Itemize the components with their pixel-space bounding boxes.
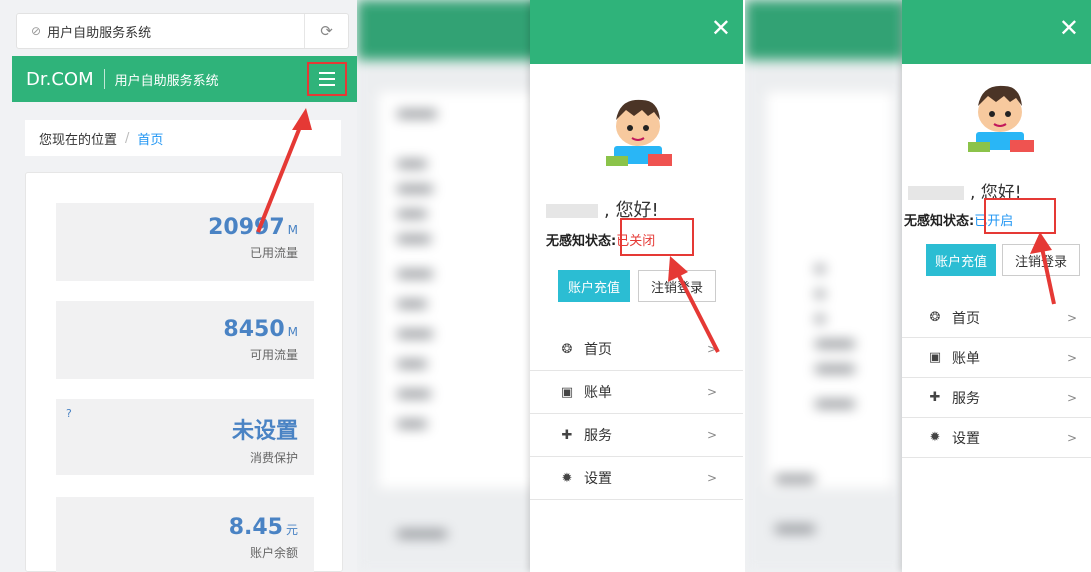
logout-button[interactable]: 注销登录 [638,270,716,302]
top-navbar: Dr.COM 用户自助服务系统 [12,56,357,102]
menu-item-home[interactable]: ❂ 首页 > [530,328,743,371]
stat-available-traffic: 8450 M 可用流量 [56,301,314,379]
stat-unit: M [287,223,298,237]
stat-unit: M [287,325,298,339]
masked-username [908,186,964,200]
drawer-menu: ❂ 首页 > ▣ 账单 > ✚ 服务 > ✹ 设置 > [902,298,1091,458]
drawer-header: ✕ [902,0,1091,64]
breadcrumb-prefix: 您现在的位置 [39,132,118,148]
blurred-background [357,0,557,572]
side-drawer: ✕ , 您好! 无感知状态:已关闭 账户充值 注销登录 ❂ 首页 > ▣ 账单 > [530,0,743,572]
stat-label: 消费保护 [249,451,298,465]
menu-item-service[interactable]: ✚ 服务 > [530,414,743,457]
stat-spending-protection: ? 未设置 消费保护 [56,399,314,475]
screen-drawer-closed: ✕ , 您好! 无感知状态:已关闭 账户充值 注销登录 ❂ 首页 > ▣ 账单 > [357,0,743,572]
close-icon[interactable]: ✕ [711,16,731,40]
screen-drawer-open: ✕ , 您好! 无感知状态:已开启 账户充值 注销登录 ❂ 首页 > ▣ 账单 > [745,0,1091,572]
chevron-right-icon: > [1066,430,1077,445]
chevron-right-icon: > [706,471,717,485]
stats-panel: 20997 M 已用流量 8450 M 可用流量 ? 未设置 消费保护 8.45 元 … [25,172,343,572]
bill-icon: ▣ [560,384,574,400]
system-name: 用户自助服务系统 [114,73,219,89]
chevron-right-icon: > [706,428,717,442]
stat-account-balance: 8.45 元 账户余额 [56,497,314,572]
screen-home: ⊘ 用户自助服务系统 ⟳ Dr.COM 用户自助服务系统 您现在的位置 / 首页… [0,0,357,572]
address-text: 用户自助服务系统 [47,25,152,41]
stat-label: 可用流量 [249,348,298,362]
stat-value: 未设置 [231,419,298,444]
puzzle-icon: ✚ [929,390,941,405]
sensing-status: 无感知状态:已开启 [904,214,1014,229]
brand-divider [103,69,105,89]
side-drawer: ✕ , 您好! 无感知状态:已开启 账户充值 注销登录 ❂ 首页 > ▣ 账单 > [902,0,1091,572]
hamburger-icon [319,72,335,74]
greeting: , 您好! [908,178,1022,203]
stat-value: 8.45 [228,515,283,540]
chevron-right-icon: > [706,342,717,356]
avatar-illustration [606,99,672,166]
breadcrumb: 您现在的位置 / 首页 [25,120,341,156]
breadcrumb-current[interactable]: 首页 [137,129,163,148]
help-icon[interactable]: ? [66,407,72,420]
stat-unit: 元 [285,523,298,537]
lock-icon: ⊘ [31,24,42,38]
stat-value: 8450 [223,317,285,342]
bill-icon: ▣ [928,350,942,365]
puzzle-icon: ✚ [561,427,573,443]
close-icon[interactable]: ✕ [1059,16,1079,40]
menu-item-bill[interactable]: ▣ 账单 > [902,338,1091,378]
menu-item-settings[interactable]: ✹ 设置 > [530,457,743,500]
drawer-menu: ❂ 首页 > ▣ 账单 > ✚ 服务 > ✹ 设置 > [530,328,743,500]
dashboard-icon: ❂ [929,310,941,325]
logout-button[interactable]: 注销登录 [1002,244,1080,276]
sensing-status: 无感知状态:已关闭 [546,234,656,249]
chevron-right-icon: > [1066,390,1077,405]
masked-username [546,204,598,218]
menu-item-bill[interactable]: ▣ 账单 > [530,371,743,414]
gear-icon: ✹ [929,430,941,445]
greeting: , 您好! [546,196,659,222]
chevron-right-icon: > [1066,350,1077,365]
address-bar[interactable]: ⊘ 用户自助服务系统 ⟳ [16,13,349,49]
drawer-header: ✕ [530,0,743,64]
stat-label: 已用流量 [249,246,298,260]
stat-used-traffic: 20997 M 已用流量 [56,203,314,281]
status-value: 已开启 [974,214,1014,229]
breadcrumb-separator: / [125,130,130,146]
menu-toggle-button[interactable] [307,62,347,96]
chevron-right-icon: > [706,385,717,399]
recharge-button[interactable]: 账户充值 [558,270,630,302]
reload-icon[interactable]: ⟳ [304,14,348,48]
stat-label: 账户余额 [249,546,298,560]
avatar-illustration [968,85,1034,152]
menu-item-home[interactable]: ❂ 首页 > [902,298,1091,338]
recharge-button[interactable]: 账户充值 [926,244,996,276]
blurred-background [745,0,905,572]
dashboard-icon: ❂ [561,341,573,357]
gear-icon: ✹ [561,470,573,486]
brand-logo[interactable]: Dr.COM [26,69,94,90]
menu-item-settings[interactable]: ✹ 设置 > [902,418,1091,458]
menu-item-service[interactable]: ✚ 服务 > [902,378,1091,418]
chevron-right-icon: > [1066,310,1077,325]
status-value: 已关闭 [616,234,656,249]
stat-value: 20997 [208,215,285,240]
